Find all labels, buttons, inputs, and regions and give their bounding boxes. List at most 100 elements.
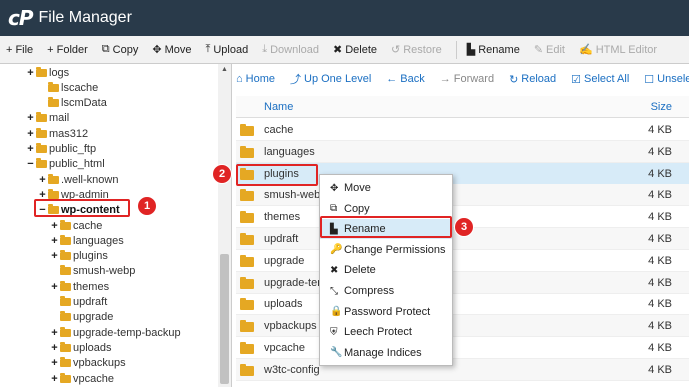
context-menu-password-protect[interactable]: 🔒 Password Protect [320,302,452,322]
tree-item-smush-webp[interactable]: smush-webp [50,264,135,279]
toolbar-button-label: Copy [112,43,139,56]
context-menu-compress[interactable]: ⤡ Compress [320,281,452,301]
tree-item-lscmdata[interactable]: lscmData [38,96,107,111]
toolbar-button-label: Download [270,43,319,56]
tree-item-label: mas312 [49,127,89,140]
expand-icon[interactable]: + [50,250,59,262]
tree-item-mail[interactable]: + mail [26,111,69,126]
tree-item-vpcache[interactable]: + vpcache [50,371,114,386]
toolbar-folder-button[interactable]: + Folder [47,44,88,56]
tree-item-vpbackups[interactable]: + vpbackups [50,356,126,371]
scroll-up-icon[interactable]: ▲ [221,66,228,73]
toolbar-html-editor-button[interactable]: ✍ HTML Editor [579,43,657,57]
expand-icon[interactable]: + [50,357,59,369]
toolbar-button-label: Folder [56,43,88,56]
context-menu-change-permissions[interactable]: 🔑 Change Permissions [320,240,452,260]
file-row-upgrade-temp-backup[interactable]: upgrade-temp-backup 4 KB [236,271,689,294]
file-row-languages[interactable]: languages 4 KB [236,140,689,163]
folder-icon [36,66,47,77]
file-row-vpbackups[interactable]: vpbackups 4 KB [236,315,689,338]
name-column-header[interactable]: Name [264,101,293,113]
expand-icon[interactable]: + [26,112,35,124]
download-icon: ⤓ [262,43,268,55]
toolbar-file-button[interactable]: + File [6,44,33,56]
nav-button-label: Select All [584,73,630,85]
folder-icon [240,233,254,245]
toolbar-delete-button[interactable]: ✖ Delete [333,43,377,57]
file-row-w3tc-config[interactable]: w3tc-config 4 KB [236,358,689,381]
file-row-upgrade[interactable]: upgrade 4 KB [236,250,689,272]
collapse-icon[interactable]: − [26,158,35,170]
size-column-header[interactable]: Size [651,101,672,113]
tree-item-logs[interactable]: + logs [26,65,69,80]
toolbar-download-button[interactable]: ⤓ Download [262,43,319,56]
toolbar-rename-button[interactable]: ▙ Rename [467,43,520,57]
folder-icon [240,211,254,224]
expand-icon[interactable]: + [26,67,35,79]
tree-item-label: upgrade [73,311,114,324]
file-manager-app: cP File Manager + File + Folder ⧉ Copy ✥ Move ⤒ U… [0,0,689,387]
context-menu-delete[interactable]: ✖ Delete [320,260,452,280]
file-size: 4 KB [648,320,672,333]
file-row-vpcache[interactable]: vpcache 4 KB [236,337,689,359]
toolbar-restore-button[interactable]: ↺ Restore [391,43,442,57]
expand-icon[interactable]: + [50,327,59,339]
expand-icon[interactable]: + [26,128,35,140]
context-menu-leech-protect[interactable]: ⛨ Leech Protect [320,322,452,342]
expand-icon[interactable]: + [50,281,59,293]
plus-icon: + [6,43,13,56]
tree-item-lscache[interactable]: lscache [38,80,98,95]
copy-icon: ⧉ [101,43,110,55]
tree-item-updraft[interactable]: updraft [50,295,107,310]
folder-icon [60,357,71,368]
tree-item-label: public_html [49,158,105,171]
expand-icon[interactable]: + [50,220,59,232]
tree-item-public-html[interactable]: − public_html [26,157,105,172]
context-menu-manage-indices[interactable]: 🔧 Manage Indices [320,343,452,363]
toolbar-copy-button[interactable]: ⧉ Copy [102,43,139,56]
restore-icon: ↺ [391,44,401,56]
file-row-uploads[interactable]: uploads 4 KB [236,293,689,316]
tree-item-uploads[interactable]: + uploads [50,340,112,355]
highlight-box-plugins [236,164,318,186]
home-icon: ⌂ [236,73,243,85]
tree-item-plugins[interactable]: + plugins [50,249,108,264]
context-menu-label: Delete [344,264,376,277]
file-row-cache[interactable]: cache 4 KB [236,119,689,141]
folder-icon [240,363,254,376]
toolbar-button-label: Restore [403,43,442,56]
nav-back-button[interactable]: ← Back [386,73,424,85]
context-menu-move[interactable]: ✥ Move [320,178,452,198]
file-row-smush-webp[interactable]: smush-webp 4 KB [236,184,689,207]
tree-item-mas312[interactable]: + mas312 [26,126,88,141]
tree-item-upgrade-temp-backup[interactable]: + upgrade-temp-backup [50,325,181,340]
nav-home-button[interactable]: ⌂ Home [236,73,275,85]
expand-icon[interactable]: + [38,174,47,186]
toolbar: + File + Folder ⧉ Copy ✥ Move ⤒ Upload ⤓ Download ✖ D… [0,36,689,64]
tree-item-themes[interactable]: + themes [50,279,109,294]
nav-unselect-all-button[interactable]: ☐Unselect All [644,73,689,86]
tree-item-well-known[interactable]: + .well-known [38,172,118,187]
expand-icon[interactable]: + [50,342,59,354]
nav-forward-button[interactable]: → Forward [440,73,494,85]
expand-icon[interactable]: + [50,373,59,385]
toolbar-upload-button[interactable]: ⤒ Upload [205,43,248,56]
tree-item-public-ftp[interactable]: + public_ftp [26,142,96,157]
cpanel-logo[interactable]: cP [8,6,33,30]
toolbar-move-button[interactable]: ✥ Move [152,43,191,57]
nav-up-one-level-button[interactable]: ⤴ Up One Level [290,71,371,87]
nav-reload-button[interactable]: ↻ Reload [509,73,556,86]
context-menu-label: Leech Protect [344,326,412,339]
expand-icon[interactable]: + [50,235,59,247]
folder-icon [60,326,71,337]
tree-item-cache[interactable]: + cache [50,218,102,233]
nav-button-label: Up One Level [304,73,372,85]
nav-select-all-button[interactable]: ☑ Select All [571,73,629,86]
toolbar-edit-button[interactable]: ✎ Edit [534,43,565,57]
tree-scrollbar[interactable]: ▲ [218,64,231,387]
expand-icon[interactable]: + [26,143,35,155]
tree-scrollbar-thumb[interactable] [220,254,229,384]
tree-item-upgrade[interactable]: upgrade [50,310,113,325]
file-size: 4 KB [648,254,672,267]
tree-item-languages[interactable]: + languages [50,233,124,248]
